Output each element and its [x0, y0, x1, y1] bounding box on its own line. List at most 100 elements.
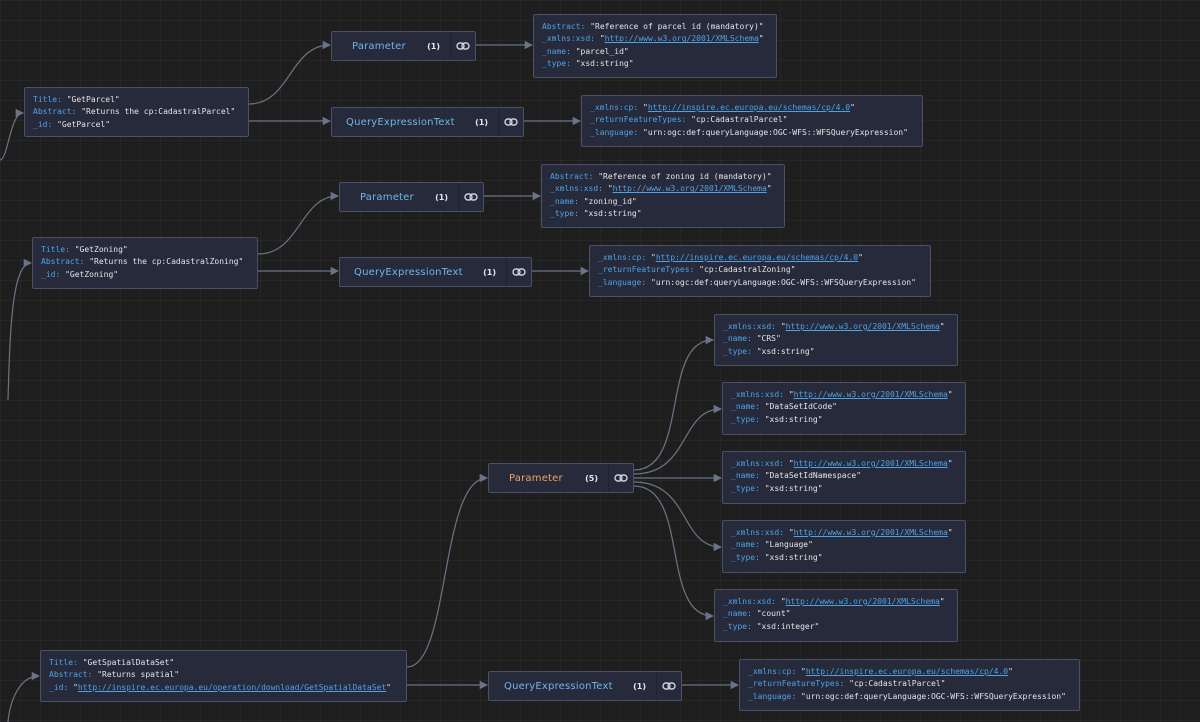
- parameter-datasetidcode-card[interactable]: _xmlns:xsd: "http://www.w3.org/2001/XMLS…: [722, 382, 966, 435]
- property-link[interactable]: http://www.w3.org/2001/XMLSchema: [605, 34, 759, 43]
- property-row: _type: "xsd:string": [723, 346, 949, 358]
- property-value: "Reference of zoning id (mandatory)": [598, 172, 772, 181]
- property-row: _name: "parcel_id": [542, 46, 768, 58]
- property-key: _xmlns:xsd:: [542, 34, 595, 44]
- node-count: (1): [483, 267, 496, 277]
- property-value: "xsd:string": [764, 552, 823, 562]
- link-icon[interactable]: [458, 183, 483, 211]
- node-count: (1): [633, 681, 646, 691]
- property-link[interactable]: http://www.w3.org/2001/XMLSchema: [786, 597, 940, 606]
- property-key: Abstract:: [33, 107, 77, 117]
- property-row: _xmlns:xsd: "http://www.w3.org/2001/XMLS…: [542, 33, 768, 45]
- property-key: _name:: [723, 609, 752, 619]
- property-link[interactable]: http://inspire.ec.europa.eu/schemas/cp/4…: [648, 103, 850, 112]
- parameter-language-card[interactable]: _xmlns:xsd: "http://www.w3.org/2001/XMLS…: [722, 520, 966, 573]
- property-link[interactable]: http://www.w3.org/2001/XMLSchema: [786, 322, 940, 331]
- getparcel-parameter-card[interactable]: Abstract: "Reference of parcel id (manda…: [533, 14, 777, 78]
- getparcel-card[interactable]: Title: "GetParcel" Abstract: "Returns the…: [24, 87, 249, 137]
- property-row: _name: "DataSetIdCode": [731, 401, 957, 413]
- edge-param5-count: [633, 485, 715, 621]
- property-value: "Returns the cp:CadastralZoning": [89, 257, 244, 267]
- property-key: _language:: [748, 691, 797, 701]
- property-key: _type:: [542, 58, 571, 68]
- getzoning-card[interactable]: Title: "GetZoning" Abstract: "Returns the…: [32, 237, 258, 289]
- property-row: _type: "xsd:string": [731, 552, 957, 564]
- getzoning-parameter-card[interactable]: Abstract: "Reference of zoning id (manda…: [541, 164, 785, 228]
- property-link[interactable]: http://inspire.ec.europa.eu/schemas/cp/4…: [656, 253, 858, 262]
- property-row: _type: "xsd:string": [731, 483, 957, 495]
- getzoning-query-expression-card[interactable]: _xmlns:cp: "http://inspire.ec.europa.eu/…: [589, 245, 931, 297]
- property-key: _id:: [33, 119, 53, 129]
- property-row: _returnFeatureTypes: "cp:CadastralParcel…: [748, 678, 1071, 690]
- property-row: Abstract: "Returns the cp:CadastralZonin…: [41, 256, 249, 268]
- property-value: "xsd:string": [575, 58, 634, 68]
- property-key: Abstract:: [542, 22, 586, 31]
- property-row: Abstract: "Returns spatial": [49, 669, 398, 681]
- property-link[interactable]: http://www.w3.org/2001/XMLSchema: [613, 184, 767, 193]
- parameter-count-card[interactable]: _xmlns:xsd: "http://www.w3.org/2001/XMLS…: [714, 589, 958, 642]
- property-key: Title:: [41, 245, 70, 254]
- property-key: _type:: [731, 414, 760, 424]
- property-row: _xmlns:xsd: "http://www.w3.org/2001/XMLS…: [550, 183, 776, 195]
- property-key: _type:: [731, 552, 760, 562]
- property-key: _language:: [590, 127, 639, 137]
- node-label: QueryExpressionText: [504, 680, 613, 692]
- getparcel-parameter-node[interactable]: Parameter (1): [331, 31, 476, 61]
- quote-mark: ": [939, 597, 945, 606]
- property-key: _id:: [41, 269, 61, 279]
- property-key: _xmlns:xsd:: [723, 322, 776, 331]
- property-value: "xsd:string": [764, 483, 823, 493]
- property-row: _xmlns:xsd: "http://www.w3.org/2001/XMLS…: [723, 321, 949, 333]
- property-row: _name: "Language": [731, 539, 957, 551]
- node-count: (1): [435, 192, 448, 202]
- property-value: "GetSpatialDataSet": [82, 658, 175, 667]
- link-icon[interactable]: [450, 32, 475, 60]
- property-key: _xmlns:xsd:: [731, 528, 784, 537]
- node-label: Parameter: [352, 40, 406, 52]
- parameter-datasetidnamespace-card[interactable]: _xmlns:xsd: "http://www.w3.org/2001/XMLS…: [722, 451, 966, 504]
- property-row: _returnFeatureTypes: "cp:CadastralZoning…: [598, 264, 922, 276]
- property-key: _xmlns:cp:: [748, 667, 797, 676]
- getspatialdataset-parameter-node[interactable]: Parameter (5): [488, 463, 634, 493]
- property-row: Abstract: "Reference of parcel id (manda…: [542, 21, 768, 33]
- getzoning-parameter-node[interactable]: Parameter (1): [339, 182, 484, 212]
- getparcel-query-expression-card[interactable]: _xmlns:cp: "http://inspire.ec.europa.eu/…: [581, 95, 923, 147]
- property-value: "zoning_id": [583, 196, 637, 206]
- node-label: Parameter: [509, 472, 563, 484]
- link-icon[interactable]: [656, 672, 681, 700]
- parameter-crs-card[interactable]: _xmlns:xsd: "http://www.w3.org/2001/XMLS…: [714, 314, 958, 366]
- property-link[interactable]: http://www.w3.org/2001/XMLSchema: [794, 390, 948, 399]
- link-icon[interactable]: [498, 108, 523, 136]
- getspatialdataset-query-expression-text-node[interactable]: QueryExpressionText (1): [488, 671, 682, 701]
- node-count: (5): [585, 473, 598, 483]
- getzoning-query-expression-text-node[interactable]: QueryExpressionText (1): [339, 257, 532, 287]
- getparcel-query-expression-text-node[interactable]: QueryExpressionText (1): [331, 107, 524, 137]
- property-key: _returnFeatureTypes:: [590, 115, 687, 125]
- property-key: _returnFeatureTypes:: [748, 679, 845, 689]
- node-label: QueryExpressionText: [354, 266, 463, 278]
- property-key: _xmlns:xsd:: [731, 390, 784, 399]
- property-key: _type:: [731, 483, 760, 493]
- property-row: _language: "urn:ogc:def:queryLanguage:OG…: [590, 127, 914, 139]
- property-key: _name:: [731, 402, 760, 412]
- property-value: "urn:ogc:def:queryLanguage:OGC-WFS::WFSQ…: [651, 277, 916, 287]
- property-key: Title:: [49, 658, 78, 667]
- edge-param5-dsidcode: [633, 404, 723, 475]
- property-link[interactable]: http://www.w3.org/2001/XMLSchema: [794, 459, 948, 468]
- property-link[interactable]: http://inspire.ec.europa.eu/schemas/cp/4…: [806, 667, 1008, 676]
- property-row: Abstract: "Reference of zoning id (manda…: [550, 171, 776, 183]
- property-link[interactable]: http://www.w3.org/2001/XMLSchema: [794, 528, 948, 537]
- node-count: (1): [427, 41, 440, 51]
- property-row: _type: "xsd:string": [542, 58, 768, 70]
- property-value: "GetZoning": [74, 245, 128, 254]
- property-link[interactable]: http://inspire.ec.europa.eu/operation/do…: [78, 683, 386, 692]
- property-row: _xmlns:cp: "http://inspire.ec.europa.eu/…: [590, 102, 914, 114]
- getspatialdataset-card[interactable]: Title: "GetSpatialDataSet" Abstract: "Ret…: [40, 650, 407, 702]
- link-icon[interactable]: [506, 258, 531, 286]
- property-value: "Returns spatial": [97, 670, 180, 680]
- property-value: "count": [756, 609, 791, 619]
- property-key: _name:: [542, 46, 571, 56]
- getspatialdataset-query-expression-card[interactable]: _xmlns:cp: "http://inspire.ec.europa.eu/…: [739, 659, 1080, 711]
- link-icon[interactable]: [608, 464, 633, 492]
- property-key: _name:: [731, 471, 760, 481]
